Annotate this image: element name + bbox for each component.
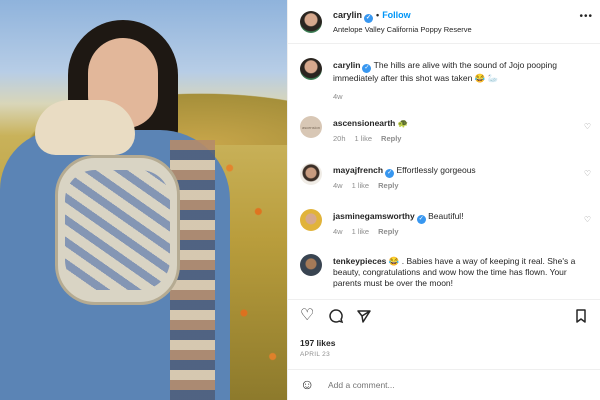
reply-button[interactable]: Reply (381, 134, 401, 143)
post-date: APRIL 23 (300, 351, 330, 358)
post-viewer: carylin ✓ • Follow Antelope Valley Californ… (0, 0, 600, 400)
author-line: carylin ✓ • Follow (333, 10, 411, 23)
photo-carrier-pattern (65, 170, 170, 290)
author-avatar[interactable] (300, 11, 322, 33)
comment-username[interactable]: jasminegamsworthy (333, 211, 415, 221)
reply-button[interactable]: Reply (378, 181, 398, 190)
post-location[interactable]: Antelope Valley California Poppy Reserve (333, 25, 472, 34)
comment-meta: 4w 1 like Reply (333, 227, 408, 236)
verified-badge-icon: ✓ (385, 169, 395, 178)
comment-like-count[interactable]: 1 like (352, 227, 370, 236)
separator-dot: • (376, 10, 380, 20)
comment-text: Beautiful! (428, 211, 464, 221)
emoji-icon[interactable]: ☺ (300, 377, 314, 391)
verified-badge-icon: ✓ (362, 64, 372, 73)
comment-username[interactable]: tenkeypieces (333, 256, 386, 266)
more-options-icon[interactable]: ••• (579, 11, 593, 22)
comment-avatar[interactable]: ascension (300, 116, 322, 138)
heart-icon[interactable]: ♡ (300, 308, 314, 324)
share-icon[interactable] (356, 308, 372, 328)
comment-text-block: jasminegamsworthy ✓ Beautiful! (333, 211, 595, 224)
photo-baby-hat (35, 100, 135, 155)
post-panel: carylin ✓ • Follow Antelope Valley Californ… (287, 0, 600, 400)
comment-like-heart-icon[interactable]: ♡ (584, 215, 591, 224)
comment-meta: 20h 1 like Reply (333, 134, 410, 143)
caption-username[interactable]: carylin (333, 60, 360, 70)
comment-like-count[interactable]: 1 like (352, 181, 370, 190)
comment-avatar[interactable] (300, 163, 322, 185)
post-photo[interactable] (0, 0, 287, 400)
caption-time[interactable]: 4w (333, 92, 343, 101)
comment-input[interactable] (328, 378, 558, 392)
verified-badge-icon: ✓ (416, 215, 426, 224)
caption-meta: 4w (333, 92, 352, 101)
comment-text-block: mayajfrench ✓ Effortlessly gorgeous (333, 165, 595, 178)
avatar-text: ascension (301, 124, 320, 130)
caption-avatar[interactable] (300, 58, 322, 80)
post-header: carylin ✓ • Follow Antelope Valley Californ… (288, 0, 600, 44)
comment-like-heart-icon[interactable]: ♡ (584, 169, 591, 178)
comment-composer: ☺ (288, 369, 600, 400)
comment-avatar[interactable] (300, 209, 322, 231)
comment-time[interactable]: 20h (333, 134, 346, 143)
bookmark-icon[interactable] (573, 308, 589, 328)
comment-meta: 4w 1 like Reply (333, 181, 408, 190)
verified-badge-icon: ✓ (364, 14, 374, 23)
comment-time[interactable]: 4w (333, 181, 343, 190)
comment-username[interactable]: mayajfrench (333, 165, 383, 175)
post-actions: ♡ 197 likes APRIL 23 (288, 299, 600, 369)
comment-like-heart-icon[interactable]: ♡ (584, 122, 591, 131)
author-username[interactable]: carylin (333, 10, 362, 20)
comment-text: Effortlessly gorgeous (396, 165, 476, 175)
comment-username[interactable]: ascensionearth (333, 118, 395, 128)
comment-icon[interactable] (328, 308, 344, 328)
comment-avatar[interactable] (300, 254, 322, 276)
like-count[interactable]: 197 likes (300, 338, 335, 348)
comment-text-block: ascensionearth 🐢 (333, 118, 595, 129)
comment-time[interactable]: 4w (333, 227, 343, 236)
comments-list[interactable]: carylin ✓ The hills are alive with the so… (288, 44, 600, 299)
caption-text-block: carylin ✓ The hills are alive with the so… (333, 60, 595, 84)
reply-button[interactable]: Reply (378, 227, 398, 236)
follow-button[interactable]: Follow (382, 10, 411, 20)
comment-like-count[interactable]: 1 like (355, 134, 373, 143)
comment-text: 🐢 (397, 118, 409, 128)
comment-text-block: tenkeypieces 😂 . Babies have a way of ke… (333, 256, 595, 289)
